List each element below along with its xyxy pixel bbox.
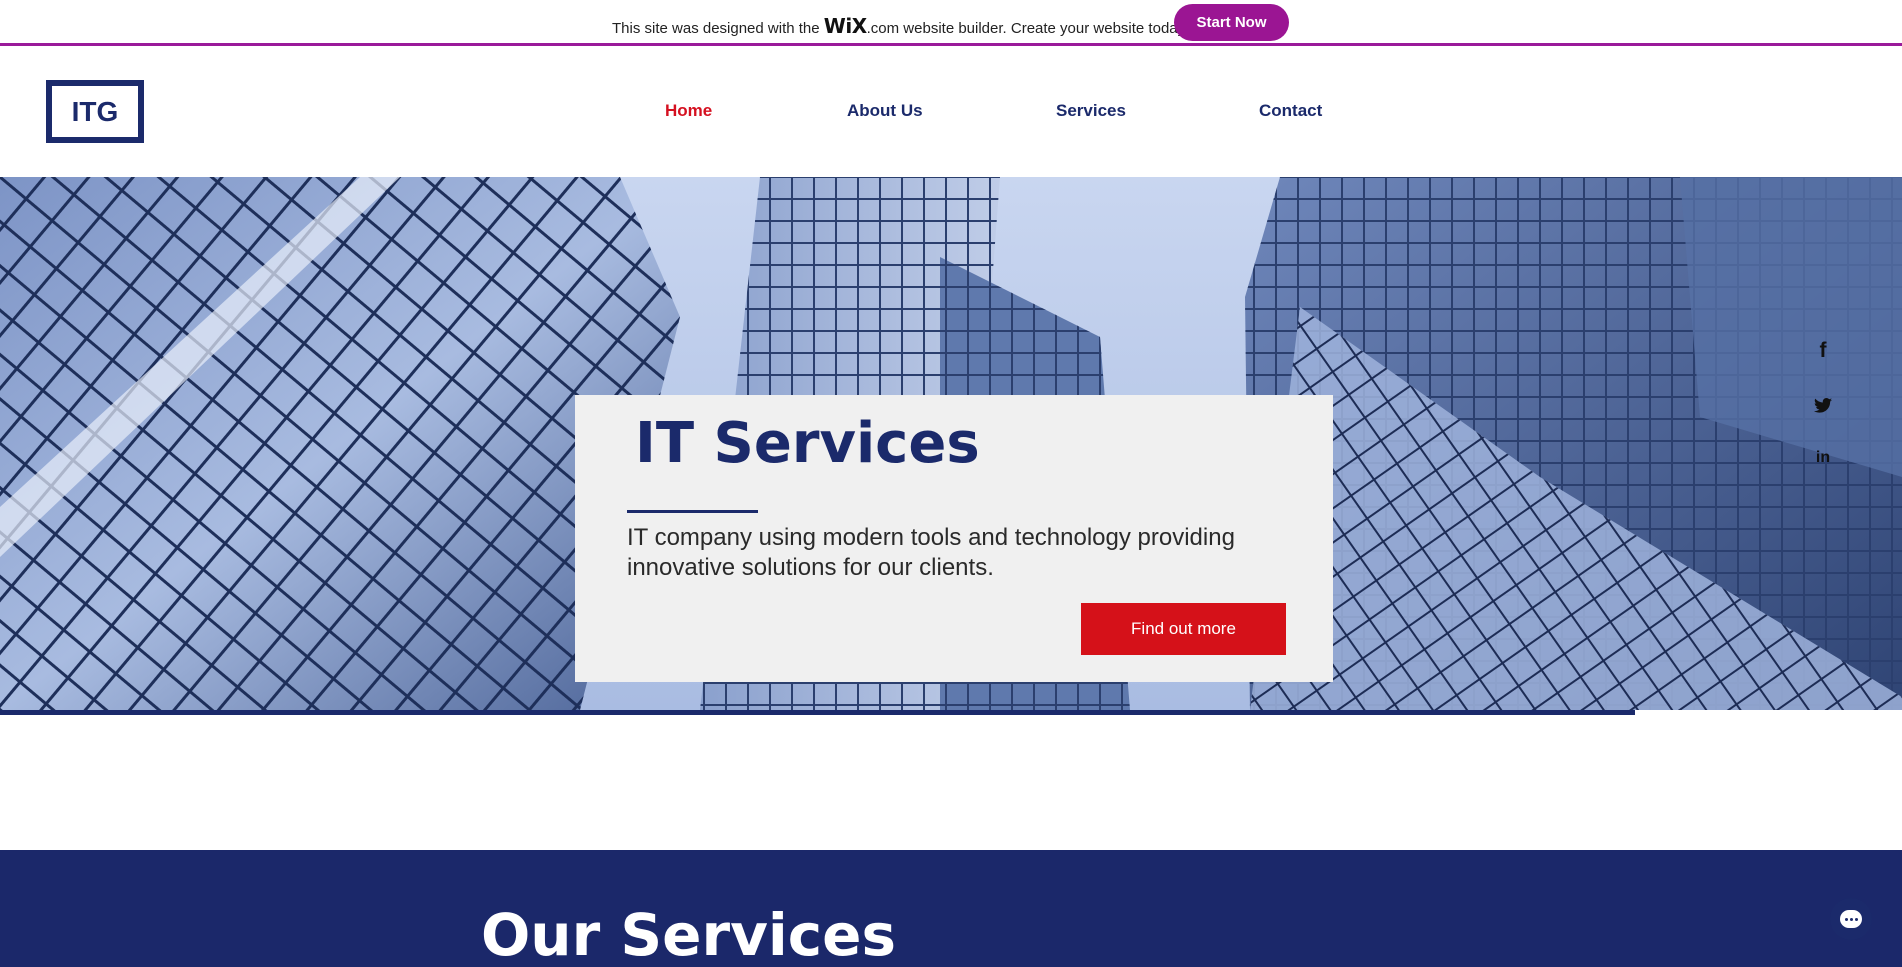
facebook-icon[interactable]: f: [1812, 339, 1834, 362]
wix-promo-text-before: This site was designed with the: [612, 20, 824, 37]
wix-dotcom: .com: [866, 20, 900, 37]
hero-title: IT Services: [635, 411, 980, 476]
wix-promo-text: This site was designed with the WiX.com …: [612, 14, 1188, 38]
find-out-more-button[interactable]: Find out more: [1081, 603, 1286, 655]
nav-item-services[interactable]: Services: [1056, 101, 1126, 121]
chat-bubble-icon: [1840, 910, 1862, 928]
start-now-button[interactable]: Start Now: [1174, 4, 1289, 41]
wix-logo[interactable]: WiX: [824, 14, 867, 38]
services-section: Our Services: [0, 850, 1902, 967]
twitter-bird-icon: [1814, 397, 1832, 413]
linkedin-icon[interactable]: in: [1812, 447, 1834, 469]
chat-dot: [1844, 917, 1848, 921]
chat-dot: [1849, 917, 1853, 921]
hero-bottom-bar: [0, 710, 1635, 715]
chat-button[interactable]: [1830, 898, 1872, 940]
wix-promo-banner: This site was designed with the WiX.com …: [0, 0, 1902, 46]
services-title: Our Services: [481, 901, 897, 967]
nav-item-contact[interactable]: Contact: [1259, 101, 1322, 121]
nav-item-home[interactable]: Home: [665, 101, 712, 121]
nav-item-about-us[interactable]: About Us: [847, 101, 923, 121]
chat-dot: [1854, 917, 1858, 921]
hero-card: IT Services IT company using modern tool…: [575, 395, 1333, 682]
hero-title-underline: [627, 510, 758, 513]
site-logo[interactable]: ITG: [46, 80, 144, 143]
hero-description: IT company using modern tools and techno…: [627, 524, 1235, 581]
twitter-icon[interactable]: [1812, 394, 1834, 416]
wix-promo-text-after: website builder. Create your website tod…: [899, 20, 1189, 37]
